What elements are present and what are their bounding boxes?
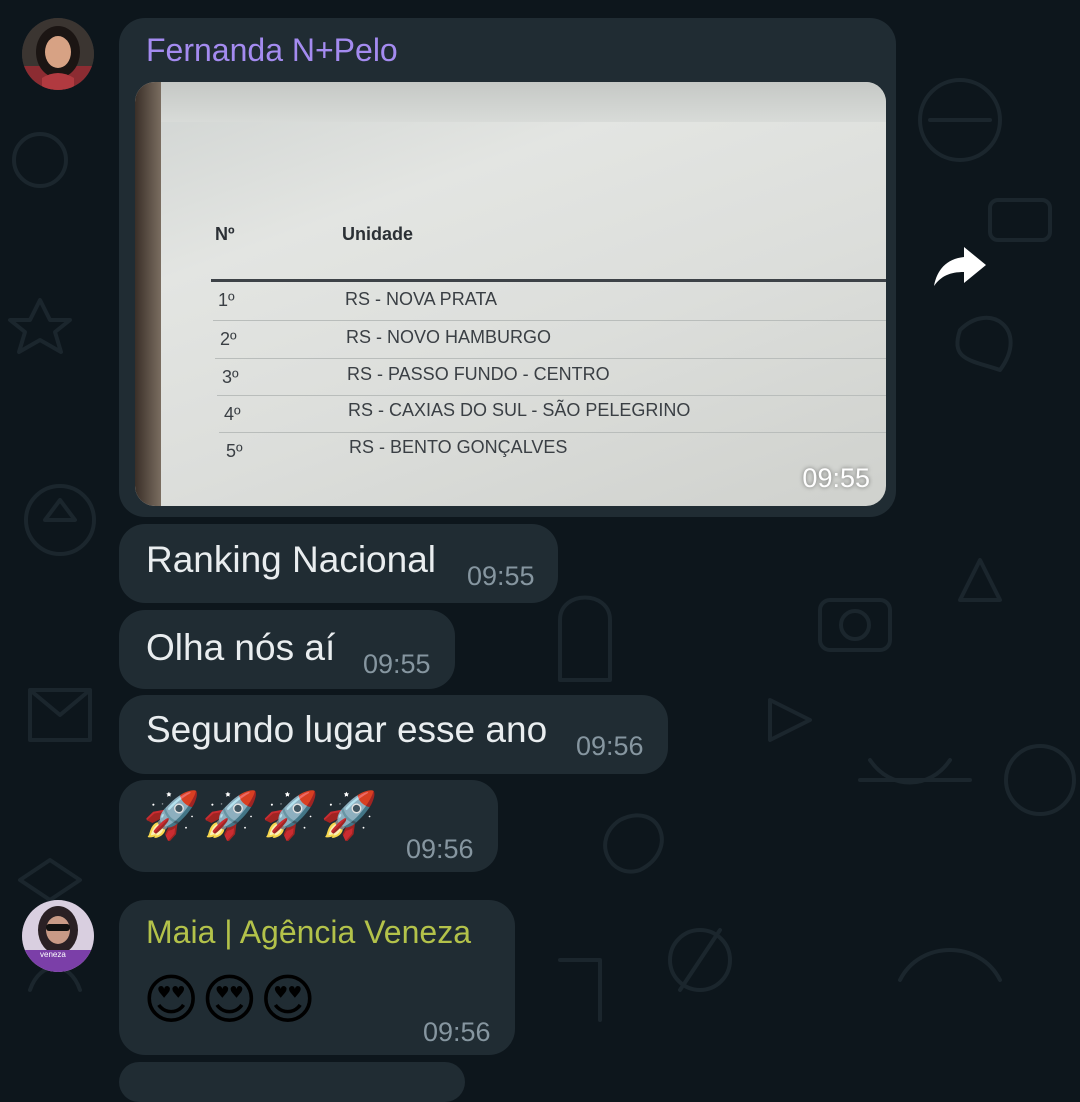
message-timestamp: 09:55 (467, 561, 535, 591)
photo-attachment[interactable]: Nº Unidade 1º RS - NOVA PRATA 2º RS - NO… (135, 82, 886, 506)
heart-eyes-emojis: 😍😍😍 (143, 968, 318, 1031)
photo-row-position: 2º (220, 329, 237, 349)
avatar-label: veneza (40, 950, 66, 959)
message-text: Olha nós aí (146, 627, 336, 668)
message-text: Ranking Nacional (146, 539, 437, 580)
message-timestamp: 09:56 (423, 1017, 491, 1047)
photo-row-position: 3º (222, 367, 239, 387)
rocket-emojis: 🚀🚀🚀🚀 (143, 788, 381, 842)
sender-name[interactable]: Maia | Agência Veneza (146, 914, 471, 951)
sender-avatar-picture (22, 900, 94, 972)
photo-row-rule (217, 395, 886, 396)
photo-top-edge (161, 82, 886, 122)
photo-row-rule (215, 358, 886, 359)
sender-name[interactable]: Fernanda N+Pelo (146, 32, 398, 69)
photo-row-position: 4º (224, 404, 241, 424)
photo-screen-frame (135, 82, 161, 506)
forward-button[interactable] (930, 243, 990, 291)
photo-row-rule (219, 432, 886, 433)
message-timestamp: 09:56 (576, 731, 644, 761)
next-message-bubble[interactable] (119, 1062, 465, 1102)
message-timestamp: 09:55 (363, 649, 431, 679)
photo-row-unit: RS - PASSO FUNDO - CENTRO (347, 364, 610, 384)
photo-header-unit: Unidade (342, 224, 414, 244)
sender-avatar[interactable] (22, 18, 94, 90)
photo-row-unit: RS - CAXIAS DO SUL - SÃO PELEGRINO (348, 400, 691, 420)
photo-row-rule (213, 320, 886, 321)
photo-timestamp: 09:55 (802, 463, 870, 493)
forward-icon (934, 247, 986, 286)
photo-row-unit: RS - BENTO GONÇALVES (349, 437, 568, 457)
message-timestamp: 09:56 (406, 834, 474, 864)
sender-avatar-picture (22, 18, 94, 90)
photo-header-rule (211, 279, 886, 282)
photo-row-position: 5º (226, 441, 243, 461)
photo-row-unit: RS - NOVA PRATA (345, 289, 498, 309)
sender-avatar[interactable]: veneza (22, 900, 94, 972)
photo-row-position: 1º (218, 290, 235, 310)
message-text: Segundo lugar esse ano (146, 709, 548, 750)
photo-row-unit: RS - NOVO HAMBURGO (346, 327, 552, 347)
photo-header-number: Nº (215, 224, 235, 244)
